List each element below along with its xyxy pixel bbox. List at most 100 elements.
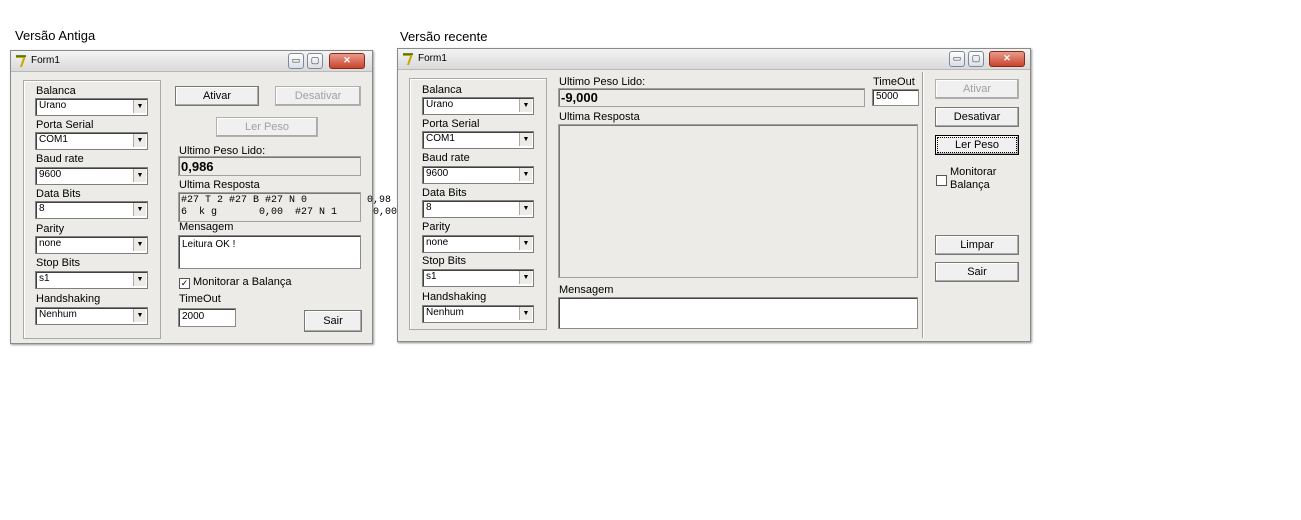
stop-bits-value: s1 xyxy=(426,271,437,282)
timeout-label: TimeOut xyxy=(873,76,915,88)
chevron-down-icon[interactable]: ▼ xyxy=(133,100,146,113)
porta-serial-label: Porta Serial xyxy=(422,118,480,130)
chevron-down-icon[interactable]: ▼ xyxy=(519,168,532,181)
baud-rate-label: Baud rate xyxy=(36,153,84,165)
titlebar: Form1 ▭ ▢ ✕ xyxy=(398,49,1030,70)
parity-select[interactable]: none ▼ xyxy=(35,236,148,254)
handshaking-select[interactable]: Nenhum ▼ xyxy=(35,307,148,325)
monitorar-checkbox[interactable] xyxy=(936,175,947,186)
stop-bits-label: Stop Bits xyxy=(36,257,81,269)
serial-settings-panel: Balanca Urano ▼ Porta Serial COM1 ▼ Baud r… xyxy=(409,78,547,330)
monitorar-label: Balança xyxy=(950,179,990,191)
ultima-resposta-display xyxy=(558,124,918,278)
window-old-form1: Form1 ▭ ▢ ✕ Balanca Urano ▼ Porta Serial … xyxy=(10,50,397,344)
ultima-resposta-label: Ultima Resposta xyxy=(179,179,260,191)
ativar-button[interactable]: Ativar xyxy=(175,86,259,106)
porta-serial-select[interactable]: COM1 ▼ xyxy=(35,132,148,150)
data-bits-select[interactable]: 8 ▼ xyxy=(35,201,148,219)
chevron-down-icon[interactable]: ▼ xyxy=(133,169,146,182)
ativar-button[interactable]: Ativar xyxy=(935,79,1019,99)
chevron-down-icon[interactable]: ▼ xyxy=(519,133,532,146)
delphi-app-icon xyxy=(16,55,26,67)
parity-label: Parity xyxy=(36,223,65,235)
chevron-down-icon[interactable]: ▼ xyxy=(519,202,532,215)
resposta-line: 6 k g 0,00 #27 N 1 0,00 xyxy=(181,207,398,218)
handshaking-select[interactable]: Nenhum ▼ xyxy=(422,305,534,323)
resposta-line: #27 T 2 #27 B #27 N 0 0,98 xyxy=(181,195,392,206)
window-title: Form1 xyxy=(418,53,447,64)
ultimo-peso-value: -9,000 xyxy=(561,90,598,105)
monitorar-checkbox[interactable]: ✓ xyxy=(179,278,190,289)
baud-rate-select[interactable]: 9600 ▼ xyxy=(35,167,148,185)
timeout-label: TimeOut xyxy=(179,293,221,305)
chevron-down-icon[interactable]: ▼ xyxy=(519,271,532,284)
baud-rate-value: 9600 xyxy=(426,168,449,179)
data-bits-select[interactable]: 8 ▼ xyxy=(422,200,534,218)
mensagem-field[interactable]: Leitura OK ! xyxy=(178,235,361,269)
timeout-value: 5000 xyxy=(876,91,899,102)
timeout-field[interactable]: 2000 xyxy=(178,308,236,327)
minimize-button[interactable]: ▭ xyxy=(949,51,965,67)
chevron-down-icon[interactable]: ▼ xyxy=(133,309,146,322)
ultima-resposta-display: #27 T 2 #27 B #27 N 0 0,98 6 k g 0,00 #2… xyxy=(178,192,397,222)
stop-bits-select[interactable]: s1 ▼ xyxy=(35,271,148,289)
stop-bits-select[interactable]: s1 ▼ xyxy=(422,269,534,287)
chevron-down-icon[interactable]: ▼ xyxy=(519,99,532,112)
maximize-button[interactable]: ▢ xyxy=(307,53,323,69)
chevron-down-icon[interactable]: ▼ xyxy=(133,203,146,216)
desativar-button[interactable]: Desativar xyxy=(935,107,1019,127)
maximize-button[interactable]: ▢ xyxy=(968,51,984,67)
minimize-button[interactable]: ▭ xyxy=(288,53,304,69)
ler-peso-button[interactable]: Ler Peso xyxy=(935,135,1019,155)
desativar-button[interactable]: Desativar xyxy=(275,86,361,106)
ultimo-peso-display: 0,986 xyxy=(178,156,361,176)
mensagem-field[interactable] xyxy=(558,297,918,329)
ultimo-peso-value: 0,986 xyxy=(181,159,214,174)
monitorar-label: Monitorar a Balança xyxy=(193,276,292,288)
timeout-value: 2000 xyxy=(182,311,205,322)
balanca-label: Balanca xyxy=(422,84,462,96)
mensagem-value: Leitura OK ! xyxy=(182,239,236,250)
stop-bits-value: s1 xyxy=(39,273,50,284)
balanca-label: Balanca xyxy=(36,85,76,97)
balanca-select[interactable]: Urano ▼ xyxy=(422,97,534,115)
baud-rate-value: 9600 xyxy=(39,169,62,180)
timeout-field[interactable]: 5000 xyxy=(872,89,919,106)
chevron-down-icon[interactable]: ▼ xyxy=(133,238,146,251)
parity-value: none xyxy=(39,238,62,249)
porta-serial-value: COM1 xyxy=(39,134,68,145)
handshaking-label: Handshaking xyxy=(36,293,101,305)
monitorar-label: Monitorar xyxy=(950,166,997,178)
panel-divider xyxy=(922,72,923,338)
sair-button[interactable]: Sair xyxy=(304,310,362,332)
handshaking-label: Handshaking xyxy=(422,291,487,303)
porta-serial-value: COM1 xyxy=(426,133,455,144)
close-button[interactable]: ✕ xyxy=(329,53,365,69)
limpar-button[interactable]: Limpar xyxy=(935,235,1019,255)
data-bits-value: 8 xyxy=(39,203,45,214)
chevron-down-icon[interactable]: ▼ xyxy=(519,237,532,250)
ler-peso-button[interactable]: Ler Peso xyxy=(216,117,318,137)
caption-old-version: Versão Antiga xyxy=(15,28,96,43)
mensagem-label: Mensagem xyxy=(179,221,234,233)
parity-select[interactable]: none ▼ xyxy=(422,235,534,253)
chevron-down-icon[interactable]: ▼ xyxy=(133,273,146,286)
delphi-app-icon xyxy=(403,53,413,65)
baud-rate-select[interactable]: 9600 ▼ xyxy=(422,166,534,184)
ultima-resposta-label: Ultima Resposta xyxy=(559,111,640,123)
sair-button[interactable]: Sair xyxy=(935,262,1019,282)
chevron-down-icon[interactable]: ▼ xyxy=(519,307,532,320)
ultimo-peso-label: Ultimo Peso Lido: xyxy=(559,76,646,88)
porta-serial-label: Porta Serial xyxy=(36,119,94,131)
porta-serial-select[interactable]: COM1 ▼ xyxy=(422,131,534,149)
chevron-down-icon[interactable]: ▼ xyxy=(133,134,146,147)
titlebar: Form1 ▭ ▢ ✕ xyxy=(11,51,372,72)
parity-value: none xyxy=(426,237,449,248)
caption-new-version: Versão recente xyxy=(400,29,488,44)
balanca-select[interactable]: Urano ▼ xyxy=(35,98,148,116)
serial-settings-panel: Balanca Urano ▼ Porta Serial COM1 ▼ Baud r… xyxy=(23,80,161,339)
data-bits-label: Data Bits xyxy=(422,187,467,199)
mensagem-label: Mensagem xyxy=(559,284,614,296)
window-new-form1: Form1 ▭ ▢ ✕ Balanca Urano ▼ Porta Serial … xyxy=(397,48,1031,342)
close-button[interactable]: ✕ xyxy=(989,51,1025,67)
